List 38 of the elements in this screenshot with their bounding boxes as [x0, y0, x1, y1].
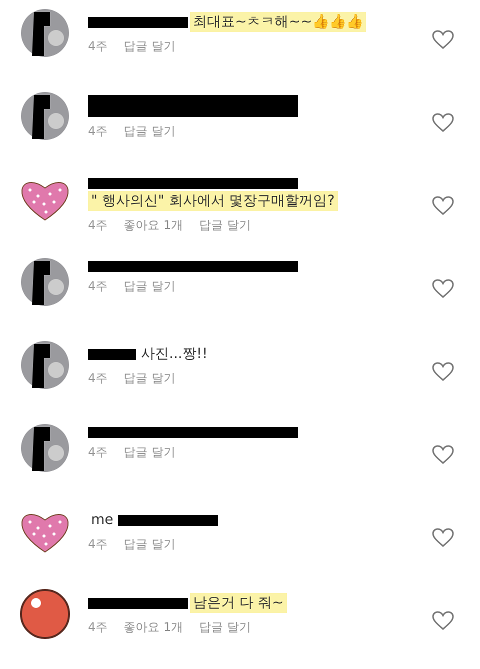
reply-link[interactable]: 답글 달기 [124, 536, 176, 553]
comment-text: me [90, 511, 114, 530]
reply-link[interactable]: 답글 달기 [124, 278, 176, 295]
time-ago: 4주 [88, 217, 108, 234]
avatar [20, 8, 70, 58]
reply-link[interactable]: 답글 달기 [199, 217, 251, 234]
comment-text: 사진...짱!! [140, 345, 209, 364]
redaction-bar [88, 348, 136, 360]
heart-icon[interactable] [432, 279, 454, 299]
heart-icon[interactable] [432, 113, 454, 133]
time-ago: 4주 [88, 619, 108, 636]
heart-icon[interactable] [432, 611, 454, 631]
heart-icon[interactable] [432, 30, 454, 50]
heart-icon[interactable] [432, 362, 454, 382]
heart-icon[interactable] [432, 196, 454, 216]
time-ago: 4주 [88, 123, 108, 140]
comment-text: 최대표~ㅊㅋ해~~👍👍👍 [190, 12, 366, 32]
avatar [20, 91, 70, 141]
comment-text: " 행사의신" 회사에서 몇장구매할꺼임? [88, 191, 338, 211]
time-ago: 4주 [88, 278, 108, 295]
likes-link[interactable]: 좋아요 1개 [124, 619, 184, 636]
time-ago: 4주 [88, 370, 108, 387]
reply-link[interactable]: 답글 달기 [124, 370, 176, 387]
avatar [20, 423, 70, 473]
time-ago: 4주 [88, 536, 108, 553]
reply-link[interactable]: 답글 달기 [124, 444, 176, 461]
reply-link[interactable]: 답글 달기 [199, 619, 251, 636]
reply-link[interactable]: 답글 달기 [124, 123, 176, 140]
heart-icon[interactable] [432, 445, 454, 465]
comment-text: 남은거 다 줘~ [190, 593, 287, 613]
ball-avatar [20, 589, 70, 639]
likes-link[interactable]: 좋아요 1개 [124, 217, 184, 234]
heart-icon[interactable] [432, 528, 454, 548]
avatar [20, 340, 70, 390]
time-ago: 4주 [88, 444, 108, 461]
reply-link[interactable]: 답글 달기 [124, 38, 176, 55]
avatar [20, 257, 70, 307]
time-ago: 4주 [88, 38, 108, 55]
